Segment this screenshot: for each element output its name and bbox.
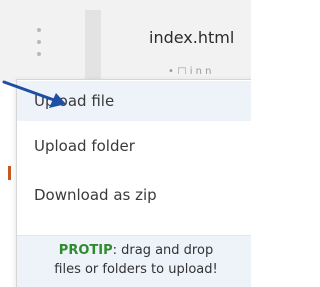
protip-text-line1: : drag and drop [112,243,214,258]
protip-box: PROTIP: drag and drop files or folders t… [17,235,251,287]
file-tree-strip: index.html • □ i n n [0,0,251,82]
menu-item-upload-folder[interactable]: Upload folder [17,126,251,166]
background-accent [8,166,11,180]
file-item-index-html[interactable]: index.html [149,28,234,47]
editor-stage: index.html • □ i n n Upload file Upload … [0,0,251,287]
protip-text-line2: files or folders to upload! [54,262,218,277]
file-tree-gutter [85,10,101,82]
file-item-subtext: • □ i n n [168,66,212,74]
more-options-icon[interactable] [28,28,50,56]
pointer-arrow-icon [2,80,66,108]
protip-tag: PROTIP [58,243,113,258]
menu-item-download-zip[interactable]: Download as zip [17,175,251,215]
